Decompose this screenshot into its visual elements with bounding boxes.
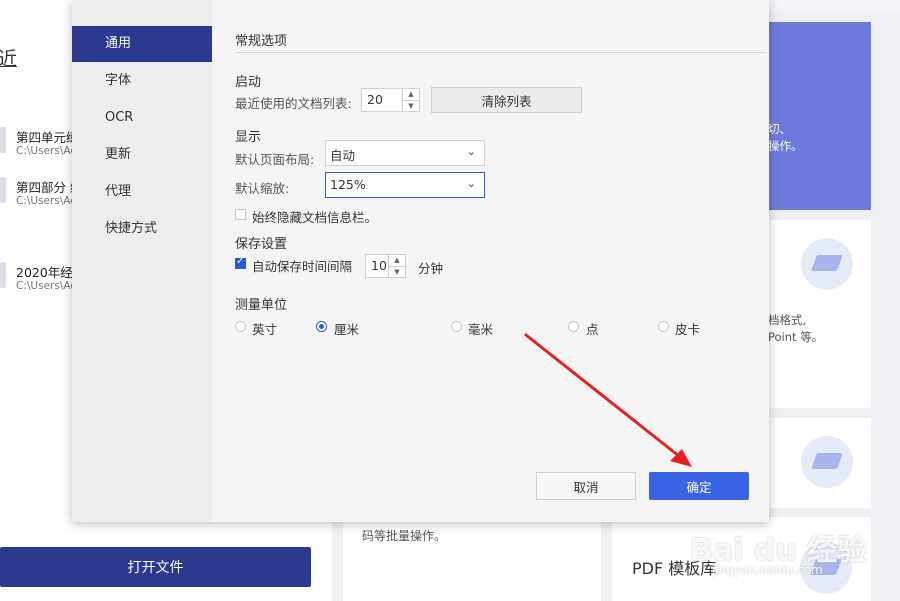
recent-file-path: C:\Users\Ac (16, 195, 77, 207)
preferences-dialog: 通用 字体 OCR 更新 代理 快捷方式 常规选项 启动 最近使用的文档列表: … (72, 0, 769, 522)
sidebar-item-general[interactable]: 通用 (72, 26, 212, 62)
sidebar-item-update[interactable]: 更新 (72, 137, 212, 173)
pdf-file-icon (0, 177, 6, 203)
zoom-label: 默认缩放: (235, 181, 290, 196)
watermark-url: jingyan.baidu.com (712, 563, 823, 577)
stepper-up-icon[interactable]: ▲ (389, 255, 405, 266)
hide-info-checkbox[interactable] (235, 209, 246, 220)
sidebar-item-proxy[interactable]: 代理 (72, 174, 212, 210)
save-heading: 保存设置 (235, 237, 288, 252)
unit-label-pica: 皮卡 (675, 322, 701, 337)
recent-file-name: 第四单元练 (16, 130, 79, 145)
sidebar-item-font[interactable]: 字体 (72, 63, 212, 99)
feature-card-blue[interactable] (768, 22, 871, 210)
settings-content: 常规选项 启动 最近使用的文档列表: 20 ▲ ▼ 清除列表 显示 默认页面布局… (212, 0, 769, 522)
unit-label-inch: 英寸 (252, 322, 278, 337)
convert-illustration-icon (801, 238, 853, 290)
unit-label-cm: 厘米 (334, 322, 360, 337)
convert-card-line: 档格式, (768, 313, 807, 327)
blue-card-line: 操作。 (768, 139, 803, 153)
stepper-arrows[interactable]: ▲ ▼ (388, 255, 405, 277)
sidebar-item-ocr[interactable]: OCR (72, 100, 212, 136)
recent-count-value: 20 (367, 92, 383, 107)
measure-heading: 测量单位 (235, 298, 288, 313)
convert-card-text: 档格式, Point 等。 (768, 312, 823, 346)
stepper-down-icon[interactable]: ▼ (403, 100, 419, 112)
recent-file-path: C:\Users\Ac (16, 280, 77, 292)
zoom-select[interactable]: 125% ⌄ (325, 172, 485, 198)
autosave-interval-stepper[interactable]: 10 ▲ ▼ (365, 254, 406, 278)
minutes-label: 分钟 (418, 261, 444, 276)
stepper-up-icon[interactable]: ▲ (403, 89, 419, 100)
chevron-down-icon: ⌄ (466, 177, 476, 190)
unit-radio-cm[interactable] (316, 321, 327, 332)
recent-file-path: C:\Users\Ac (16, 145, 77, 157)
unit-label-mm: 毫米 (468, 322, 494, 337)
page-layout-value: 自动 (330, 148, 356, 163)
recent-count-stepper[interactable]: 20 ▲ ▼ (361, 88, 420, 112)
unit-radio-inch[interactable] (235, 321, 246, 332)
autosave-checkbox[interactable] (235, 256, 246, 269)
feature-illustration-icon (801, 436, 853, 488)
settings-sidebar: 通用 字体 OCR 更新 代理 快捷方式 (72, 0, 212, 522)
stepper-down-icon[interactable]: ▼ (389, 266, 405, 278)
pdf-file-icon (0, 262, 6, 288)
unit-radio-pica[interactable] (658, 321, 669, 332)
section-divider (235, 52, 766, 53)
unit-radio-point[interactable] (568, 321, 579, 332)
unit-radio-mm[interactable] (451, 321, 462, 332)
blue-card-text: 切、 操作。 (768, 121, 803, 155)
recent-list-label: 最近使用的文档列表: (235, 96, 352, 111)
page-layout-label: 默认页面布局: (235, 152, 315, 167)
batch-card-text: 码等批量操作。 (362, 529, 447, 543)
recent-title: 近 (0, 48, 18, 70)
sidebar-item-shortcuts[interactable]: 快捷方式 (72, 211, 212, 247)
hide-info-label: 始终隐藏文档信息栏。 (252, 210, 378, 225)
page-layout-select[interactable]: 自动 ⌄ (325, 140, 485, 166)
stepper-arrows[interactable]: ▲ ▼ (402, 89, 419, 111)
convert-card-line: Point 等。 (768, 330, 824, 344)
zoom-value: 125% (330, 177, 366, 192)
unit-label-point: 点 (586, 322, 599, 337)
autosave-label: 自动保存时间间隔 (252, 259, 353, 274)
ok-button[interactable]: 确定 (649, 472, 749, 500)
cancel-button[interactable]: 取消 (536, 472, 636, 500)
display-heading: 显示 (235, 130, 262, 145)
startup-heading: 启动 (235, 75, 262, 90)
open-file-button[interactable]: 打开文件 (0, 547, 311, 587)
section-title: 常规选项 (235, 34, 288, 49)
pdf-file-icon (0, 127, 6, 153)
chevron-down-icon: ⌄ (466, 145, 476, 158)
blue-card-line: 切、 (768, 122, 791, 136)
clear-list-button[interactable]: 清除列表 (431, 87, 582, 113)
autosave-interval-value: 10 (371, 258, 387, 273)
